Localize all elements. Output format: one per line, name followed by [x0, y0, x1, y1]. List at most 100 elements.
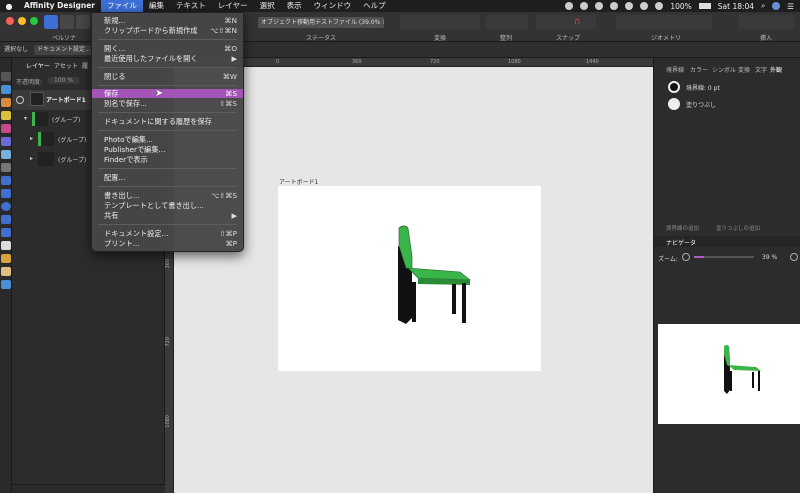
persona-export-icon[interactable]	[76, 15, 90, 29]
arrange-button[interactable]	[486, 15, 528, 29]
battery-icon[interactable]	[698, 3, 711, 9]
expand-icon[interactable]: ▸	[30, 155, 33, 162]
document-settings-button[interactable]: ドキュメント設定...	[34, 45, 94, 55]
close-window-icon[interactable]	[6, 17, 14, 25]
menu-item-save-history[interactable]: ドキュメントに関する履歴を保存	[92, 117, 243, 126]
menu-item-edit-in-publisher[interactable]: Publisherで編集...	[92, 145, 243, 154]
brush-tool-icon[interactable]	[1, 124, 11, 133]
tab-assets[interactable]: アセット	[54, 61, 78, 70]
transparency-tool-icon[interactable]	[1, 150, 11, 159]
transform-button[interactable]	[400, 15, 480, 29]
frame-tool-icon[interactable]	[1, 176, 11, 185]
menu-item-place[interactable]: 配置...	[92, 173, 243, 182]
menu-item-share[interactable]: 共有 ▶	[92, 211, 243, 220]
persona-designer-icon[interactable]	[44, 15, 58, 29]
tab-navigator[interactable]: ナビゲータ	[666, 238, 696, 247]
menu-item-open-recent[interactable]: 最近使用したファイルを開く ▶	[92, 54, 243, 63]
zoom-tool-icon[interactable]	[1, 280, 11, 289]
tab-transform[interactable]: 変換	[738, 65, 750, 74]
menu-item-edit-in-photo[interactable]: Photoで編集...	[92, 135, 243, 144]
persona-pixel-icon[interactable]	[60, 15, 74, 29]
status-icon[interactable]	[610, 2, 619, 10]
expand-icon[interactable]: ▾	[24, 115, 27, 122]
menu-view[interactable]: 表示	[281, 0, 308, 12]
text-tool-icon[interactable]	[1, 241, 11, 250]
zoom-out-icon[interactable]	[682, 253, 690, 261]
menu-text[interactable]: テキスト	[170, 0, 212, 12]
navigator-preview[interactable]	[658, 324, 800, 424]
menu-window[interactable]: ウィンドウ	[308, 0, 358, 12]
pencil-tool-icon[interactable]	[1, 111, 11, 120]
layer-thumbnail	[38, 132, 54, 146]
status-icon[interactable]	[565, 2, 574, 10]
menu-layer[interactable]: レイヤー	[212, 0, 254, 12]
menu-item-save-as[interactable]: 別名で保存... ⇧⌘S	[92, 99, 243, 108]
ellipse-tool-icon[interactable]	[1, 202, 11, 211]
status-icon[interactable]	[580, 2, 589, 10]
menu-item-show-in-finder[interactable]: Finderで表示	[92, 155, 243, 164]
tab-history[interactable]: 履	[82, 61, 88, 70]
volume-icon[interactable]	[655, 2, 664, 10]
menu-item-export-template[interactable]: テンプレートとして書き出し...	[92, 201, 243, 210]
crop-tool-icon[interactable]	[1, 163, 11, 172]
document-tab[interactable]: オブジェクト移動用テストファイル (39.0% ✕	[258, 17, 384, 28]
minimize-window-icon[interactable]	[18, 17, 26, 25]
artboard-label[interactable]: アートボード1	[279, 177, 318, 186]
apple-icon[interactable]: ●	[0, 2, 18, 11]
add-stroke-button[interactable]: 境界線の追加	[666, 224, 699, 232]
menu-list-icon[interactable]: ☰	[787, 2, 794, 11]
zoom-in-icon[interactable]	[790, 253, 798, 261]
user-icon[interactable]	[772, 2, 781, 10]
add-fill-button[interactable]: 塗りつぶしの追加	[716, 224, 760, 232]
magnet-icon[interactable]: ∩	[574, 17, 581, 27]
shape-tool-icon[interactable]	[1, 215, 11, 224]
tab-appearance[interactable]: 外観	[770, 65, 782, 74]
menu-file[interactable]: ファイル	[101, 0, 144, 12]
visibility-icon[interactable]	[16, 96, 24, 104]
menu-item-export[interactable]: 書き出し... ⌥⇧⌘S	[92, 191, 243, 200]
tab-color[interactable]: カラー	[690, 65, 708, 74]
clock[interactable]: Sat 18:04	[718, 2, 754, 11]
zoom-value[interactable]: 39 %	[762, 254, 777, 261]
menu-app-name[interactable]: Affinity Designer	[18, 0, 101, 12]
chair-illustration[interactable]	[278, 186, 541, 371]
search-icon[interactable]: ⌕	[761, 1, 765, 11]
tab-layers[interactable]: レイヤー	[26, 61, 50, 70]
fill-tool-icon[interactable]	[1, 137, 11, 146]
opacity-value[interactable]: 100 %	[48, 77, 80, 84]
ruler-tick-label: 0	[276, 59, 280, 65]
fill-row[interactable]: 塗りつぶし	[662, 97, 797, 111]
snap-button[interactable]	[536, 15, 596, 29]
menu-item-new[interactable]: 新規... ⌘N	[92, 16, 243, 25]
status-icon[interactable]	[595, 2, 604, 10]
star-tool-icon[interactable]	[1, 228, 11, 237]
menu-help[interactable]: ヘルプ	[357, 0, 392, 12]
eyedropper-tool-icon[interactable]	[1, 254, 11, 263]
move-tool-icon[interactable]	[1, 72, 11, 81]
menu-item-open[interactable]: 開く... ⌘O	[92, 44, 243, 53]
geometry-button[interactable]	[616, 15, 712, 29]
menu-edit[interactable]: 編集	[143, 0, 170, 12]
tab-stroke[interactable]: 境界線	[666, 65, 684, 74]
menu-select[interactable]: 選択	[254, 0, 281, 12]
insert-button[interactable]	[738, 15, 794, 29]
rectangle-tool-icon[interactable]	[1, 189, 11, 198]
tab-symbols[interactable]: シンボル	[712, 65, 736, 74]
node-tool-icon[interactable]	[1, 85, 11, 94]
menu-item-new-from-clipboard[interactable]: クリップボードから新規作成 ⌥⇧⌘N	[92, 26, 243, 35]
status-icon[interactable]	[625, 2, 634, 10]
menu-item-print[interactable]: プリント... ⌘P	[92, 239, 243, 248]
menu-item-close[interactable]: 閉じる ⌘W	[92, 72, 243, 81]
artboard[interactable]	[278, 186, 541, 371]
tab-character[interactable]: 文字	[755, 65, 767, 74]
pen-tool-icon[interactable]	[1, 98, 11, 107]
battery-percent[interactable]: 100%	[670, 2, 691, 11]
ruler-tick-label: 360	[352, 59, 362, 65]
menu-item-save[interactable]: 保存 ⌘S	[92, 89, 243, 98]
wifi-icon[interactable]	[640, 2, 649, 10]
hand-tool-icon[interactable]	[1, 267, 11, 276]
menu-item-document-setup[interactable]: ドキュメント設定... ⇧⌘P	[92, 229, 243, 238]
stroke-row[interactable]: 境界線: 0 pt	[662, 80, 797, 94]
zoom-window-icon[interactable]	[30, 17, 38, 25]
expand-icon[interactable]: ▸	[30, 135, 33, 142]
